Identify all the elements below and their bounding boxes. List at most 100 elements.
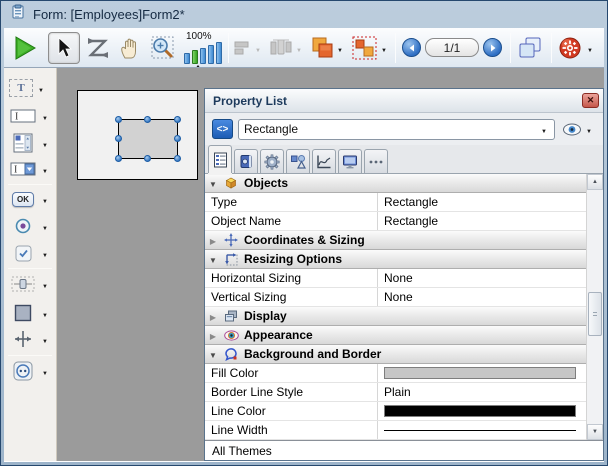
tab-graph[interactable] <box>312 149 336 173</box>
collapse-triangle[interactable] <box>205 326 221 344</box>
code-brackets-icon[interactable]: <> <box>212 119 233 139</box>
object-selector-value: Rectangle <box>244 122 298 136</box>
collapse-triangle[interactable] <box>205 174 221 192</box>
section-resizing-options[interactable]: Resizing Options <box>205 250 586 269</box>
selection-handle-e[interactable] <box>174 135 181 142</box>
selection-handle-se[interactable] <box>174 155 181 162</box>
entry-order-button[interactable] <box>84 32 112 64</box>
titlebar[interactable]: Form: [Employees]Form2* <box>1 1 607 28</box>
button-dropdown-arrow[interactable] <box>40 190 50 208</box>
combo-box-tool[interactable]: I <box>9 156 54 182</box>
button-tool[interactable]: OK <box>9 186 54 212</box>
fill-color-swatch[interactable] <box>384 367 576 379</box>
line-width-sample[interactable] <box>384 430 576 431</box>
section-display[interactable]: Display <box>205 307 586 326</box>
theme-filter-footer[interactable]: All Themes <box>205 440 603 460</box>
level-button[interactable] <box>308 32 346 64</box>
rectangle-dropdown-arrow[interactable] <box>40 304 50 322</box>
move-tool-button[interactable] <box>116 32 144 64</box>
radio-button-dropdown-arrow[interactable] <box>40 217 50 235</box>
rectangle-tool[interactable] <box>9 300 54 326</box>
zoom-bar-400[interactable] <box>208 45 214 64</box>
collapse-triangle[interactable] <box>205 345 221 363</box>
scroll-down-arrow-icon[interactable] <box>587 424 603 440</box>
visibility-dropdown-arrow[interactable] <box>584 120 594 138</box>
selection-handle-n[interactable] <box>144 116 151 123</box>
selection-handle-w[interactable] <box>115 135 122 142</box>
zoom-bar-50[interactable] <box>184 53 190 64</box>
distribute-dropdown-arrow[interactable] <box>294 39 304 57</box>
splitter-tool[interactable] <box>9 326 54 352</box>
object-selector-dropdown-arrow[interactable] <box>539 122 549 136</box>
zoom-scale-control[interactable]: 100% <box>184 31 222 64</box>
property-grid-scrollbar[interactable] <box>586 174 603 440</box>
form-settings-dropdown-arrow[interactable] <box>585 39 595 57</box>
zoom-bar-100-current[interactable] <box>192 50 198 64</box>
tab-property-list[interactable] <box>208 145 232 173</box>
border-line-style-value[interactable]: Plain <box>377 383 586 401</box>
tab-events[interactable] <box>234 149 258 173</box>
next-page-button[interactable] <box>483 38 502 57</box>
checkbox-tool[interactable] <box>9 240 54 266</box>
slider-tool[interactable] <box>9 271 54 297</box>
selection-handle-nw[interactable] <box>115 116 122 123</box>
rectangle-object[interactable] <box>118 119 178 159</box>
zoom-bar-200[interactable] <box>200 48 206 64</box>
zoom-tool-button[interactable] <box>148 32 178 64</box>
collapse-triangle[interactable] <box>205 231 221 249</box>
section-coordinates-sizing[interactable]: Coordinates & Sizing <box>205 231 586 250</box>
checkbox-dropdown-arrow[interactable] <box>40 244 50 262</box>
previous-page-button[interactable] <box>402 38 421 57</box>
level-dropdown-arrow[interactable] <box>335 39 345 57</box>
display-views-button[interactable] <box>516 32 544 64</box>
input-field-dropdown-arrow[interactable] <box>40 107 50 125</box>
property-list-header[interactable]: Property List ✕ <box>205 89 603 113</box>
scroll-up-arrow-icon[interactable] <box>587 174 603 190</box>
tab-display[interactable] <box>338 149 362 173</box>
collapse-triangle[interactable] <box>205 307 221 325</box>
slider-dropdown-arrow[interactable] <box>40 275 50 293</box>
radio-button-tool[interactable] <box>9 213 54 239</box>
zoom-bars-icon[interactable] <box>184 42 222 64</box>
align-button[interactable] <box>232 32 264 64</box>
line-color-swatch[interactable] <box>384 405 576 417</box>
collapse-triangle[interactable] <box>205 250 221 268</box>
list-box-dropdown-arrow[interactable] <box>40 134 50 152</box>
selection-tool-button[interactable] <box>48 32 80 64</box>
section-background-and-border[interactable]: Background and Border <box>205 345 586 364</box>
group-button[interactable] <box>350 32 390 64</box>
section-objects[interactable]: Objects <box>205 174 586 193</box>
align-dropdown-arrow[interactable] <box>253 39 263 57</box>
tab-more[interactable] <box>364 149 388 173</box>
selection-handle-ne[interactable] <box>174 116 181 123</box>
section-appearance[interactable]: Appearance <box>205 326 586 345</box>
scrollbar-thumb[interactable] <box>588 292 602 336</box>
shapes-tab-icon <box>290 154 306 170</box>
group-dropdown-arrow[interactable] <box>379 39 389 57</box>
horizontal-sizing-value[interactable]: None <box>377 269 586 287</box>
execute-form-button[interactable] <box>10 32 40 64</box>
selection-handle-s[interactable] <box>144 155 151 162</box>
combo-box-dropdown-arrow[interactable] <box>40 160 50 178</box>
object-name-value[interactable]: Rectangle <box>377 212 586 230</box>
distribute-button[interactable] <box>266 32 306 64</box>
list-box-tool[interactable] <box>9 130 54 156</box>
splitter-dropdown-arrow[interactable] <box>40 330 50 348</box>
plugin-area-dropdown-arrow[interactable] <box>40 362 50 380</box>
plugin-area-tool[interactable] <box>9 358 54 384</box>
tab-objects[interactable] <box>286 149 310 173</box>
visibility-options-button[interactable] <box>560 119 596 139</box>
zoom-bar-800[interactable] <box>216 42 222 64</box>
static-text-tool[interactable]: T <box>9 75 54 101</box>
selection-handle-sw[interactable] <box>115 155 122 162</box>
object-selector-combobox[interactable]: Rectangle <box>238 119 555 140</box>
input-field-tool[interactable]: I <box>9 103 54 129</box>
tab-settings[interactable] <box>260 149 284 173</box>
static-text-dropdown-arrow[interactable] <box>36 79 46 97</box>
form-settings-button[interactable] <box>557 32 583 64</box>
cascade-windows-icon <box>517 36 543 60</box>
form-canvas[interactable] <box>77 90 198 180</box>
close-icon[interactable]: ✕ <box>582 93 599 108</box>
type-value[interactable]: Rectangle <box>377 193 586 211</box>
vertical-sizing-value[interactable]: None <box>377 288 586 306</box>
